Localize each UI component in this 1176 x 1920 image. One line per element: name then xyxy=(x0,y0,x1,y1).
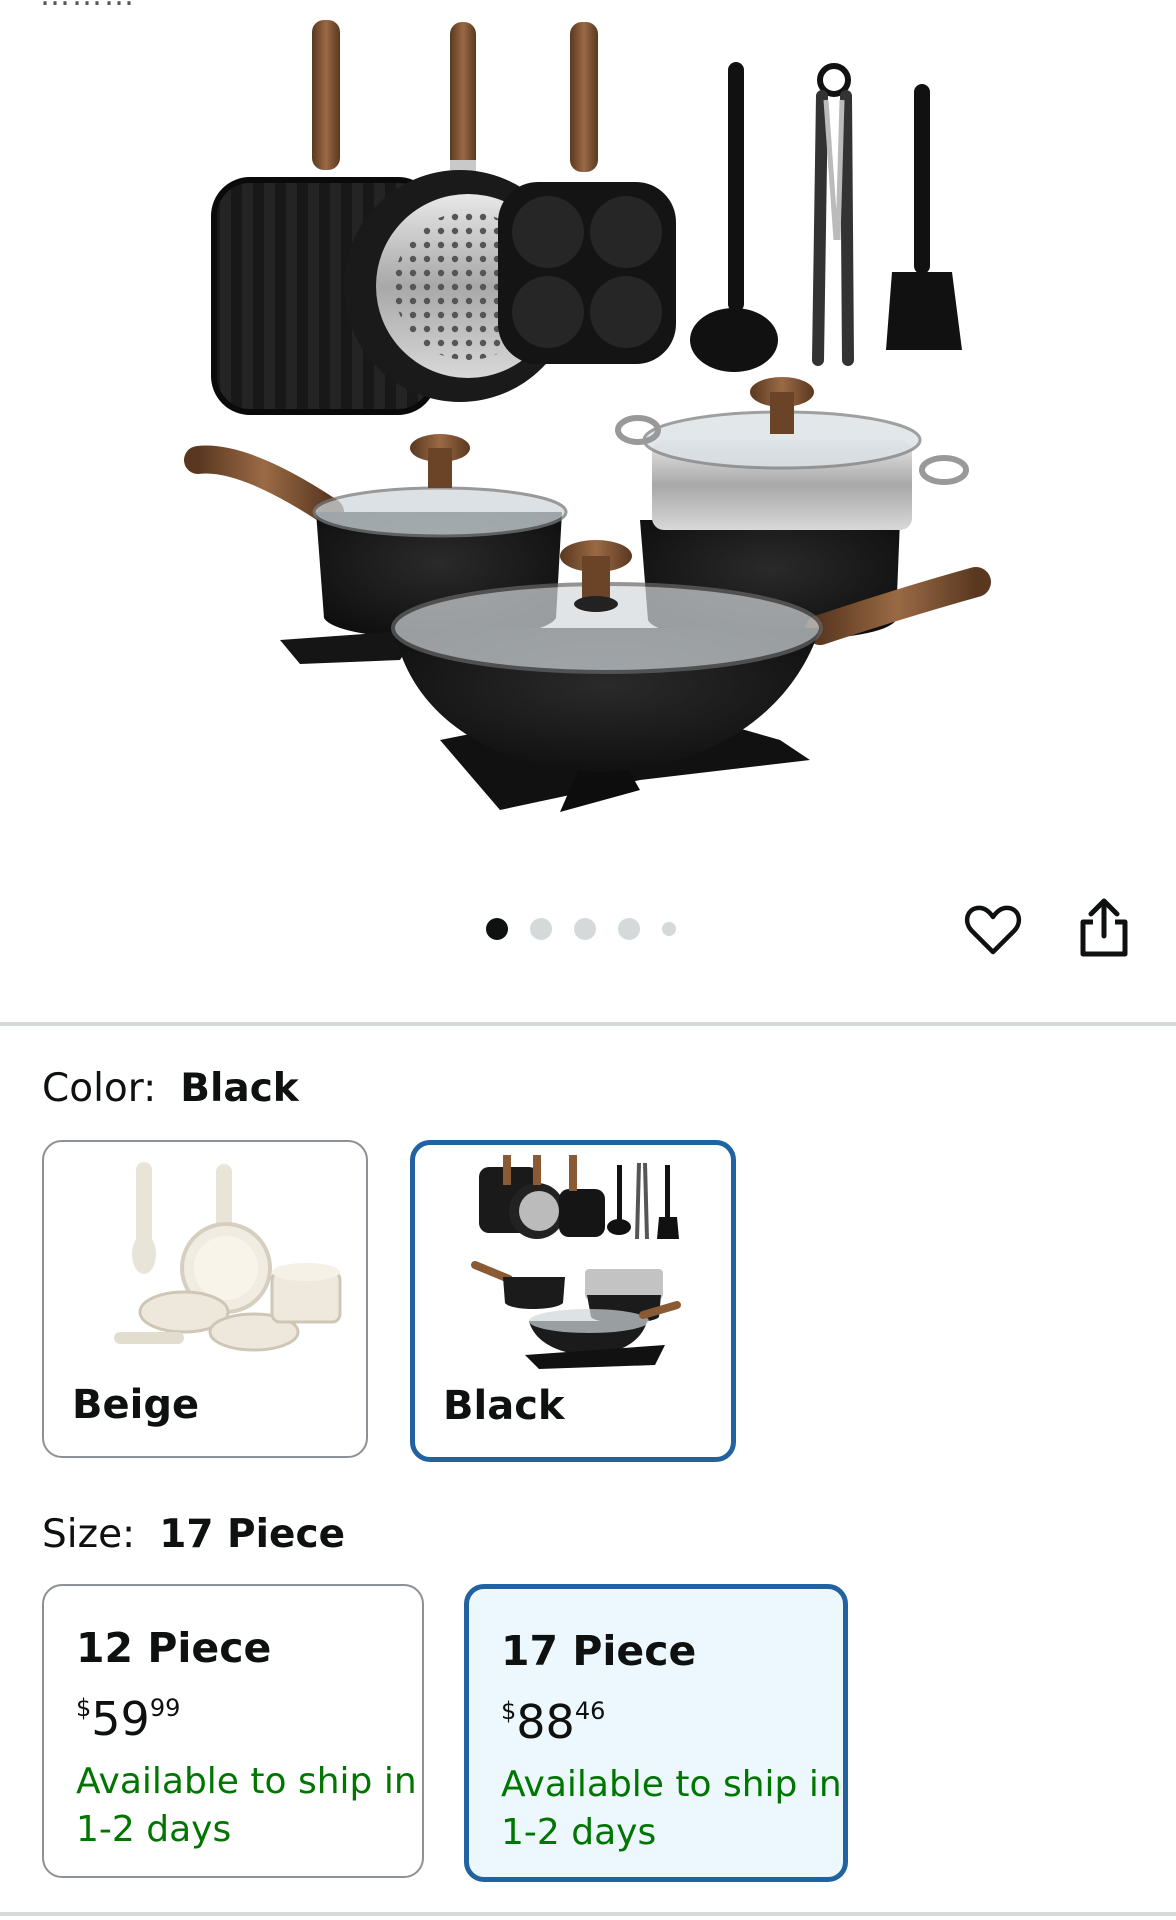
cookware-illustration xyxy=(184,20,991,812)
swatch-label-black: Black xyxy=(443,1383,565,1429)
carousel-dot[interactable] xyxy=(662,922,676,936)
product-image[interactable] xyxy=(0,0,1176,1000)
availability-text: Available to ship in 1-2 days xyxy=(76,1761,417,1850)
size-option-12-piece[interactable]: 12 Piece $5999 Available to ship in 1-2 … xyxy=(42,1584,424,1878)
section-divider-bottom xyxy=(0,1912,1176,1916)
selected-size-value: 17 Piece xyxy=(159,1512,346,1557)
carousel-dot[interactable] xyxy=(574,918,596,940)
size-option-17-piece[interactable]: 17 Piece $8846 Available to ship in 1-2 … xyxy=(464,1584,848,1882)
wishlist-heart-icon[interactable] xyxy=(963,900,1023,960)
carousel-dot-active[interactable] xyxy=(486,918,508,940)
size-option-title: 12 Piece xyxy=(76,1624,272,1672)
color-label-row: Color: Black xyxy=(42,1066,299,1111)
swatch-label-beige: Beige xyxy=(72,1382,200,1428)
black-cookware-thumbnail xyxy=(471,1155,681,1369)
section-divider xyxy=(0,1022,1176,1026)
size-label-row: Size: 17 Piece xyxy=(42,1512,345,1557)
color-label: Color: xyxy=(42,1066,157,1111)
carousel-dot[interactable] xyxy=(618,918,640,940)
size-option-price: $5999 xyxy=(76,1692,181,1746)
size-option-title: 17 Piece xyxy=(501,1627,697,1675)
share-icon[interactable] xyxy=(1077,896,1131,960)
color-swatch-black[interactable]: Black xyxy=(410,1140,736,1462)
carousel-dot[interactable] xyxy=(530,918,552,940)
size-label: Size: xyxy=(42,1512,136,1557)
selected-color-value: Black xyxy=(180,1066,299,1111)
size-option-price: $8846 xyxy=(501,1695,606,1749)
color-swatch-beige[interactable]: Beige xyxy=(42,1140,368,1458)
availability-text: Available to ship in 1-2 days xyxy=(501,1764,842,1853)
image-carousel-dots xyxy=(486,918,676,940)
beige-cookware-thumbnail xyxy=(114,1162,342,1352)
